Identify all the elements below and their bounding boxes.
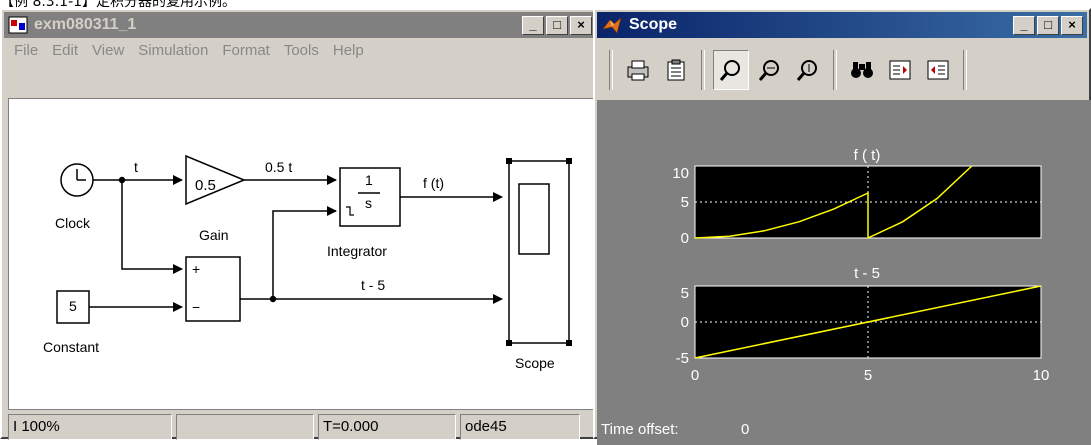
gain-value: 0.5	[195, 177, 216, 194]
clock-block[interactable]	[60, 163, 94, 197]
axes2-ytick-mid: 0	[681, 314, 689, 331]
integrator-denominator: s	[365, 195, 372, 211]
scope-window: Scope _ □ × f (t) 10 5 0 t - 5 5 0 -5 0…	[593, 8, 1091, 445]
axes2-xtick-10: 10	[1033, 367, 1050, 384]
time-status: T=0.000	[318, 414, 456, 440]
zoom-x-icon[interactable]	[753, 51, 787, 89]
close-button[interactable]: ×	[1061, 16, 1083, 35]
menu-help[interactable]: Help	[327, 42, 370, 64]
scope-window-title: Scope	[629, 16, 678, 33]
zoom-y-icon[interactable]	[791, 51, 825, 89]
sum-minus-sign: −	[192, 299, 201, 315]
save-axes-icon[interactable]	[883, 51, 917, 89]
axes2-xtick-0: 0	[691, 367, 699, 384]
minimize-button[interactable]: _	[1013, 16, 1035, 35]
toolbar-grip	[609, 50, 613, 90]
sum-plus-sign: +	[192, 261, 201, 277]
menu-file[interactable]: File	[8, 42, 44, 64]
signal-t-label: t	[134, 159, 138, 175]
toolbar-separator	[701, 50, 705, 90]
time-offset-label: Time offset:	[601, 421, 679, 438]
axes1-ytick-top: 10	[672, 165, 689, 182]
minimize-button[interactable]: _	[522, 16, 544, 35]
gain-label: Gain	[199, 227, 229, 243]
integrator-numerator: 1	[365, 172, 373, 188]
matlab-logo-icon	[602, 17, 622, 34]
model-title-bar[interactable]: exm080311_1 _ □ ×	[4, 12, 596, 38]
axes2-ytick-top: 5	[681, 285, 689, 302]
solver-status: ode45	[460, 414, 580, 440]
axes2-xtick-5: 5	[864, 367, 872, 384]
print-icon[interactable]	[621, 51, 655, 89]
maximize-button[interactable]: □	[546, 16, 568, 35]
model-canvas[interactable]: Clock 0.5 Gain 1 s Integrator 5 Constant…	[8, 98, 595, 410]
axes1-title: f ( t)	[854, 147, 881, 164]
constant-label: Constant	[43, 339, 100, 355]
clock-label: Clock	[55, 215, 91, 231]
axes2-ytick-bottom: -5	[676, 350, 689, 367]
menu-simulation[interactable]: Simulation	[132, 42, 214, 64]
signal-t-minus-5-label: t - 5	[361, 277, 386, 293]
toolbar-separator	[963, 50, 967, 90]
menu-format[interactable]: Format	[216, 42, 276, 64]
parameters-icon[interactable]	[659, 51, 693, 89]
close-button[interactable]: ×	[570, 16, 592, 35]
scope-toolbar	[603, 44, 973, 96]
maximize-button[interactable]: □	[1037, 16, 1059, 35]
restore-axes-icon[interactable]	[921, 51, 955, 89]
model-menu-bar: File Edit View Simulation Format Tools H…	[8, 42, 372, 64]
blank-status	[176, 414, 314, 440]
zoom-icon[interactable]	[713, 50, 749, 90]
time-offset-value: 0	[741, 421, 749, 438]
signal-ft-label: f (t)	[423, 175, 444, 191]
scope-title-bar[interactable]: Scope _ □ ×	[597, 12, 1087, 38]
menu-tools[interactable]: Tools	[278, 42, 325, 64]
zoom-status: I 100%	[8, 414, 172, 440]
menu-view[interactable]: View	[86, 42, 130, 64]
model-window-title: exm080311_1	[34, 16, 137, 33]
toolbar-separator	[833, 50, 837, 90]
figure-caption: 【例 8.3.1-1】定积分器的复用示例。	[0, 0, 237, 8]
model-status-bar: I 100% T=0.000 ode45	[8, 414, 584, 442]
simulink-model-icon	[8, 16, 28, 34]
autoscale-icon[interactable]	[845, 51, 879, 89]
signal-half-t-label: 0.5 t	[265, 159, 293, 175]
integrator-label: Integrator	[327, 243, 387, 259]
axes1-ytick-bottom: 0	[681, 230, 689, 247]
constant-value: 5	[69, 298, 77, 314]
scope-label: Scope	[515, 355, 555, 371]
axes1-ytick-mid: 5	[681, 194, 689, 211]
model-window: exm080311_1 _ □ × File Edit View Simulat…	[0, 8, 600, 442]
menu-edit[interactable]: Edit	[46, 42, 84, 64]
scope-plot-area: f ( t) 10 5 0 t - 5 5 0 -5 0 5 10 Time o…	[597, 100, 1091, 445]
axes2-title: t - 5	[854, 265, 880, 282]
